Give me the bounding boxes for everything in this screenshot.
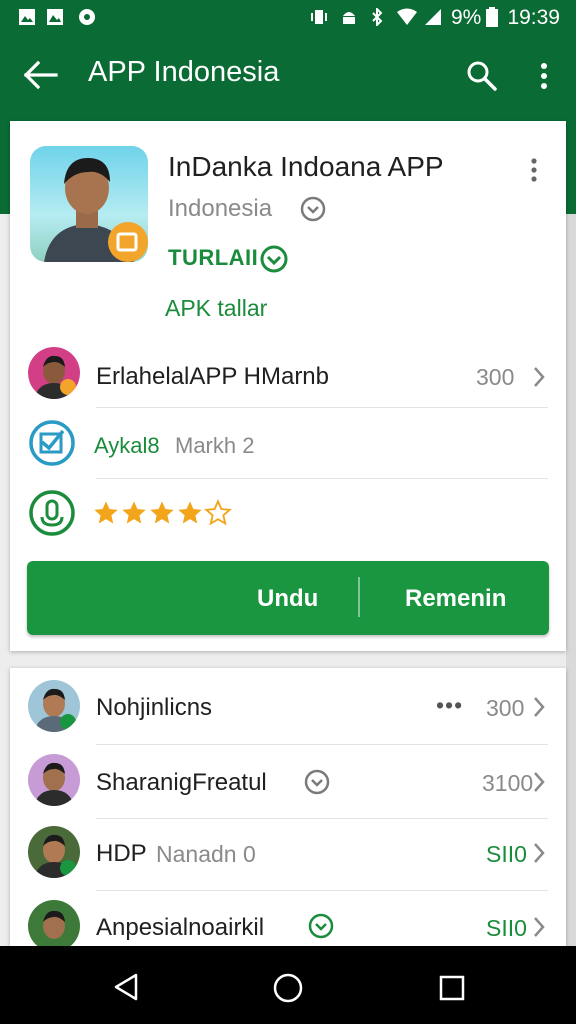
search-icon[interactable] [464, 58, 500, 94]
avatar [28, 826, 80, 878]
avatar [28, 347, 80, 399]
list-item[interactable]: SharanigFreatul 3100 [10, 746, 566, 818]
nav-back-icon[interactable] [112, 972, 140, 1002]
star-rating [92, 499, 242, 529]
check-badge-icon [29, 420, 75, 466]
chevron-down-circle-icon [304, 769, 330, 795]
battery-icon [486, 7, 498, 27]
android-icon [343, 12, 355, 24]
install-button[interactable]: Undu [257, 585, 318, 613]
bluetooth-icon [372, 8, 383, 26]
vibrate-icon [311, 10, 327, 24]
check-circle-icon [260, 245, 288, 273]
more-vert-icon[interactable] [530, 58, 558, 94]
page-title: APP Indonesia [88, 56, 280, 88]
chevron-down-circle-icon[interactable] [300, 196, 326, 222]
avatar [28, 754, 80, 806]
card-more-icon[interactable] [524, 155, 544, 185]
open-button[interactable]: Remenin [405, 585, 506, 613]
app-developer[interactable]: Indonesia [168, 195, 272, 223]
download-icon [29, 490, 75, 536]
notification-icon [79, 9, 95, 25]
avatar [28, 680, 80, 732]
chevron-right-icon [534, 367, 545, 387]
row-muted-label: Nanadn 0 [156, 841, 256, 867]
list-item[interactable]: ErlahelalAPP HMarnb 300 [10, 341, 566, 407]
system-nav-bar [0, 946, 576, 1024]
row-value: 300 [486, 695, 525, 721]
star-icon [122, 501, 146, 524]
star-icon [150, 501, 174, 524]
row-label: HDP [96, 840, 147, 867]
row-value: 300 [476, 364, 515, 390]
image-icon [47, 9, 63, 25]
app-detail-card: InDanka Indoana APP Indonesia TURLAII AP… [10, 121, 566, 651]
avatar [28, 900, 80, 952]
rating-row[interactable] [10, 481, 566, 547]
check-circle-icon [308, 913, 334, 939]
chevron-right-icon [534, 843, 545, 863]
star-icon [204, 499, 232, 526]
chevron-right-icon [534, 772, 545, 792]
back-arrow-icon[interactable] [22, 58, 62, 92]
related-list-card: Nohjinlicns ••• 300 SharanigFreatul 3100… [10, 668, 566, 958]
wifi-icon [397, 8, 417, 25]
nav-recents-icon[interactable] [438, 974, 466, 1002]
battery-percent: 9% [451, 6, 482, 29]
star-icon [94, 501, 118, 524]
divider [96, 478, 548, 479]
list-item[interactable]: HDP Nanadn 0 SII0 [10, 820, 566, 890]
row-value: SII0 [486, 841, 527, 867]
row-dots: ••• [436, 692, 464, 718]
status-bar: 9% 19:39 [0, 0, 576, 36]
row-label: Nohjinlicns [96, 694, 213, 721]
status-time: 19:39 [507, 6, 560, 29]
row-label: ErlahelalAPP HMarnb [96, 363, 330, 390]
button-divider [358, 577, 360, 617]
row-label: SharanigFreatul [96, 769, 267, 796]
divider [96, 407, 548, 408]
row-accent-label: Aykal8 [94, 433, 160, 458]
row-label: Markh 2 [175, 433, 255, 458]
app-subtitle: APK tallar [165, 295, 268, 321]
list-item[interactable]: Nohjinlicns ••• 300 [10, 668, 566, 744]
app-name: InDanka Indoana APP [168, 151, 444, 182]
nav-home-icon[interactable] [272, 972, 304, 1004]
signal-icon [425, 9, 441, 25]
divider [96, 818, 548, 819]
star-icon [178, 501, 202, 524]
app-icon[interactable] [30, 146, 148, 262]
list-item[interactable]: Aykal8 Markh 2 [10, 411, 566, 475]
chevron-right-icon [534, 697, 545, 717]
divider [96, 890, 548, 891]
background-strip [566, 214, 576, 954]
chevron-right-icon [534, 917, 545, 937]
install-status: TURLAII [168, 245, 259, 270]
row-value: 3100 [482, 770, 534, 796]
divider [96, 744, 548, 745]
row-value: SII0 [486, 915, 527, 941]
photo-icon [19, 9, 35, 25]
row-label: Anpesialnoairkil [96, 914, 265, 941]
action-buttons: Undu Remenin [27, 561, 549, 635]
